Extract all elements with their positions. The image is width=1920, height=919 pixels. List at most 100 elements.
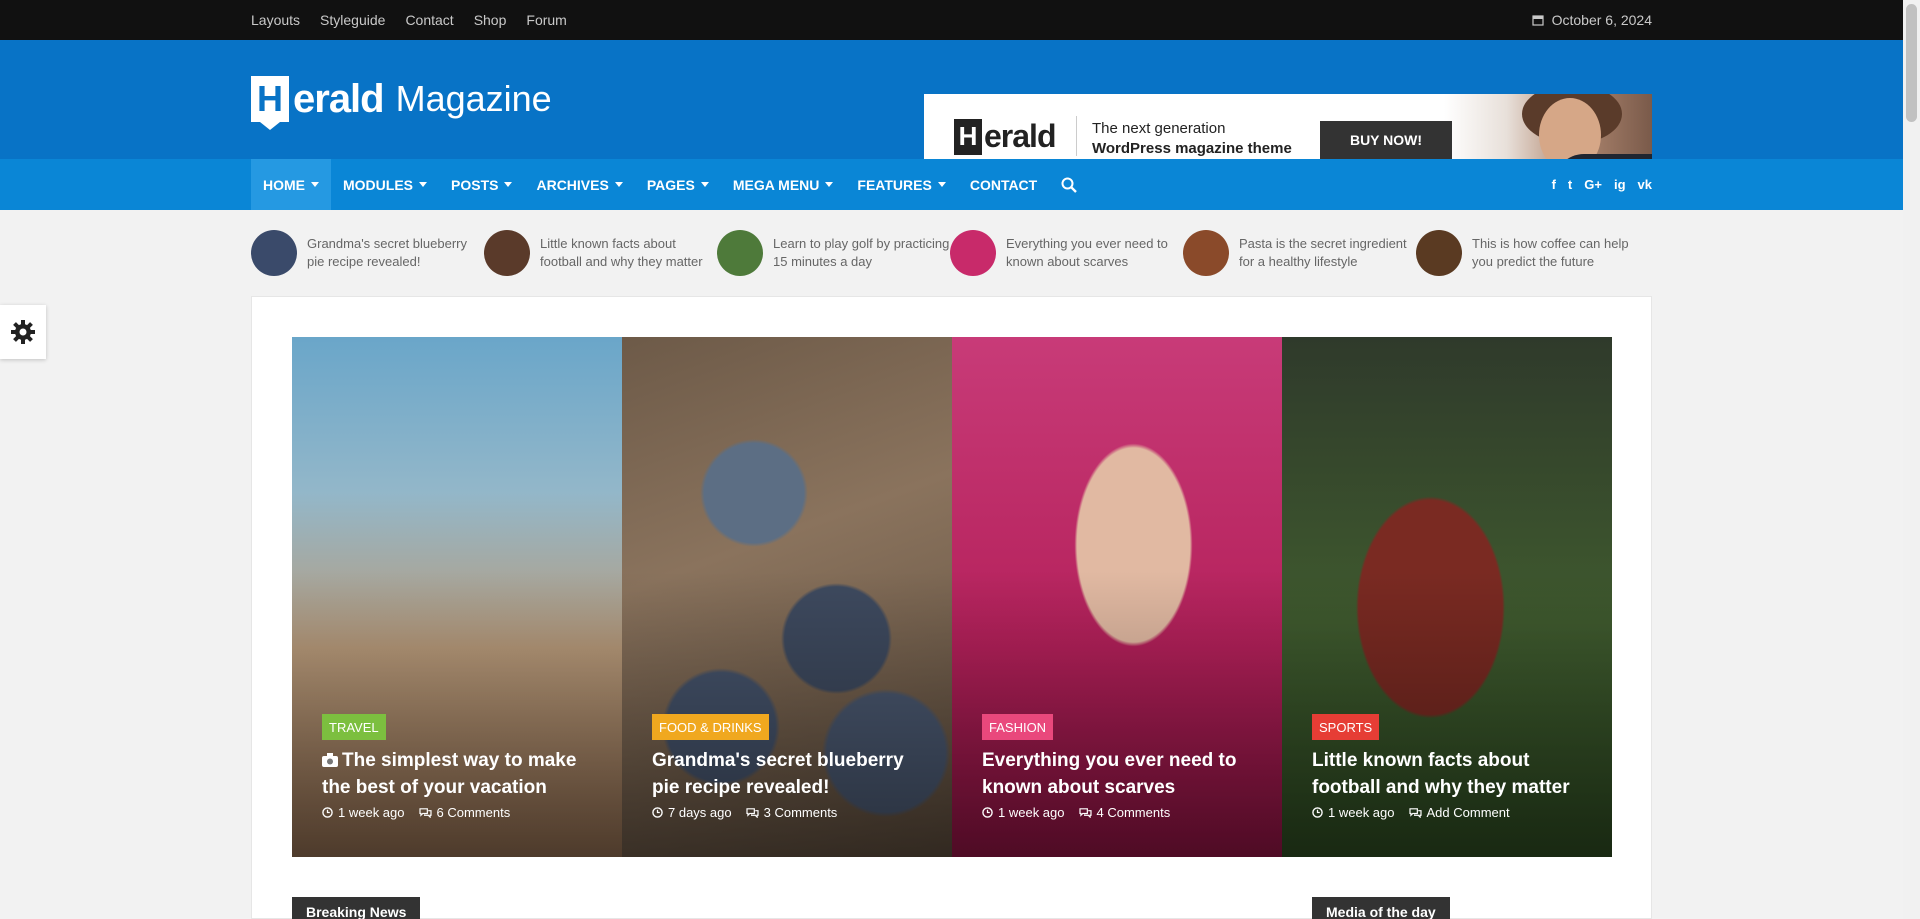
- nav-item-features[interactable]: FEATURES: [845, 159, 957, 210]
- twitter-icon[interactable]: t: [1568, 177, 1572, 192]
- ticker-item[interactable]: Everything you ever need to known about …: [950, 229, 1183, 277]
- category-badge[interactable]: FASHION: [982, 714, 1054, 740]
- nav-label: PAGES: [646, 176, 695, 193]
- ticker-title[interactable]: Learn to play golf by practicing 15 minu…: [773, 235, 950, 271]
- ticker-item[interactable]: Grandma's secret blueberry pie recipe re…: [251, 229, 484, 277]
- post-time: 7 days ago: [652, 805, 732, 820]
- nav-item-mega-menu[interactable]: MEGA MENU: [721, 159, 846, 210]
- category-badge[interactable]: TRAVEL: [322, 714, 386, 740]
- nav-item-modules[interactable]: MODULES: [331, 159, 439, 210]
- ticker-title[interactable]: Pasta is the secret ingredient for a hea…: [1239, 235, 1416, 271]
- post-comments[interactable]: Add Comment: [1408, 805, 1510, 820]
- caret-down-icon: [614, 182, 623, 187]
- featured-card-sports[interactable]: SPORTS Little known facts about football…: [1282, 337, 1612, 857]
- ad-logo: H erald: [954, 118, 1056, 155]
- search-button[interactable]: [1049, 159, 1089, 210]
- category-badge[interactable]: SPORTS: [1312, 714, 1380, 740]
- main-nav: HOME MODULES POSTS ARCHIVES PAGES MEGA M…: [0, 159, 1903, 210]
- top-link-forum[interactable]: Forum: [526, 12, 566, 28]
- logo-word-magazine: Magazine: [395, 78, 552, 119]
- top-links: Layouts Styleguide Contact Shop Forum: [251, 12, 567, 28]
- nav-item-pages[interactable]: PAGES: [635, 159, 721, 210]
- post-meta: 1 week ago Add Comment: [1312, 805, 1510, 820]
- caret-down-icon: [825, 182, 834, 187]
- nav-label: CONTACT: [969, 176, 1038, 193]
- scrollbar-thumb[interactable]: [1906, 4, 1917, 122]
- ad-tagline-2: WordPress magazine theme: [1092, 140, 1292, 157]
- featured-title[interactable]: Everything you ever need to known about …: [982, 747, 1262, 801]
- ad-logo-mark: H: [954, 118, 982, 155]
- top-link-layouts[interactable]: Layouts: [251, 12, 300, 28]
- calendar-icon: [1531, 15, 1544, 26]
- facebook-icon[interactable]: f: [1552, 177, 1556, 192]
- ticker-thumbnail: [484, 230, 530, 276]
- comments-icon: [418, 808, 432, 818]
- settings-toggle[interactable]: [0, 305, 46, 359]
- nav-label: MODULES: [343, 176, 413, 193]
- social-icons: f t G+ ig vk: [1552, 177, 1652, 192]
- ticker-thumbnail: [717, 230, 763, 276]
- ad-divider: [1076, 116, 1077, 156]
- post-time: 1 week ago: [982, 805, 1065, 820]
- clock-icon: [322, 807, 333, 818]
- post-time: 1 week ago: [1312, 805, 1395, 820]
- google-plus-icon[interactable]: G+: [1584, 177, 1602, 192]
- post-ticker: Grandma's secret blueberry pie recipe re…: [251, 229, 1652, 277]
- nav-label: POSTS: [451, 176, 499, 193]
- ticker-title[interactable]: Everything you ever need to known about …: [1006, 235, 1183, 271]
- buy-now-button[interactable]: BUY NOW!: [1320, 121, 1452, 159]
- post-comments[interactable]: 3 Comments: [746, 805, 837, 820]
- featured-card-fashion[interactable]: FASHION Everything you ever need to know…: [952, 337, 1282, 857]
- media-of-day-heading: Media of the day: [1312, 897, 1450, 919]
- ticker-title[interactable]: Little known facts about football and wh…: [540, 235, 717, 271]
- post-meta: 7 days ago 3 Comments: [652, 805, 837, 820]
- ticker-item[interactable]: This is how coffee can help you predict …: [1416, 229, 1649, 277]
- caret-down-icon: [504, 182, 513, 187]
- ticker-item[interactable]: Pasta is the secret ingredient for a hea…: [1183, 229, 1416, 277]
- post-time: 1 week ago: [322, 805, 405, 820]
- nav-item-home[interactable]: HOME: [251, 159, 331, 210]
- nav-label: FEATURES: [857, 176, 932, 193]
- page-scrollbar[interactable]: [1903, 0, 1920, 919]
- clock-icon: [652, 807, 663, 818]
- instagram-icon[interactable]: ig: [1614, 177, 1626, 192]
- ticker-title[interactable]: Grandma's secret blueberry pie recipe re…: [307, 235, 484, 271]
- ticker-thumbnail: [1183, 230, 1229, 276]
- featured-card-food[interactable]: FOOD & DRINKS Grandma's secret blueberry…: [622, 337, 952, 857]
- nav-label: ARCHIVES: [536, 176, 609, 193]
- featured-title[interactable]: Little known facts about football and wh…: [1312, 747, 1592, 801]
- top-link-styleguide[interactable]: Styleguide: [320, 12, 385, 28]
- ticker-title[interactable]: This is how coffee can help you predict …: [1472, 235, 1649, 271]
- gear-icon: [11, 320, 35, 344]
- featured-posts: TRAVEL The simplest way to make the best…: [292, 337, 1612, 857]
- logo-mark: H: [251, 76, 289, 130]
- top-link-contact[interactable]: Contact: [405, 12, 453, 28]
- ticker-item[interactable]: Learn to play golf by practicing 15 minu…: [717, 229, 950, 277]
- ticker-thumbnail: [1416, 230, 1462, 276]
- ticker-thumbnail: [251, 230, 297, 276]
- top-bar: Layouts Styleguide Contact Shop Forum Oc…: [0, 0, 1903, 40]
- caret-down-icon: [937, 182, 946, 187]
- main-content: TRAVEL The simplest way to make the best…: [251, 296, 1652, 919]
- comments-icon: [746, 808, 759, 818]
- nav-item-archives[interactable]: ARCHIVES: [524, 159, 634, 210]
- ad-tagline-1: The next generation: [1092, 120, 1226, 137]
- top-link-shop[interactable]: Shop: [474, 12, 507, 28]
- nav-item-posts[interactable]: POSTS: [439, 159, 524, 210]
- vk-icon[interactable]: vk: [1638, 177, 1652, 192]
- featured-title[interactable]: The simplest way to make the best of you…: [322, 747, 602, 801]
- ticker-item[interactable]: Little known facts about football and wh…: [484, 229, 717, 277]
- clock-icon: [1312, 807, 1323, 818]
- camera-icon: [322, 753, 338, 767]
- site-logo[interactable]: H erald Magazine: [251, 76, 552, 130]
- featured-title[interactable]: Grandma's secret blueberry pie recipe re…: [652, 747, 932, 801]
- post-comments[interactable]: 6 Comments: [418, 805, 510, 820]
- breaking-news-heading: Breaking News: [292, 897, 421, 919]
- comments-icon: [1408, 808, 1422, 818]
- post-comments[interactable]: 4 Comments: [1078, 805, 1170, 820]
- category-badge[interactable]: FOOD & DRINKS: [652, 714, 769, 740]
- featured-card-travel[interactable]: TRAVEL The simplest way to make the best…: [292, 337, 622, 857]
- site-header: H erald Magazine H erald The next genera…: [0, 40, 1903, 185]
- nav-item-contact[interactable]: CONTACT: [958, 159, 1049, 210]
- caret-down-icon: [700, 182, 709, 187]
